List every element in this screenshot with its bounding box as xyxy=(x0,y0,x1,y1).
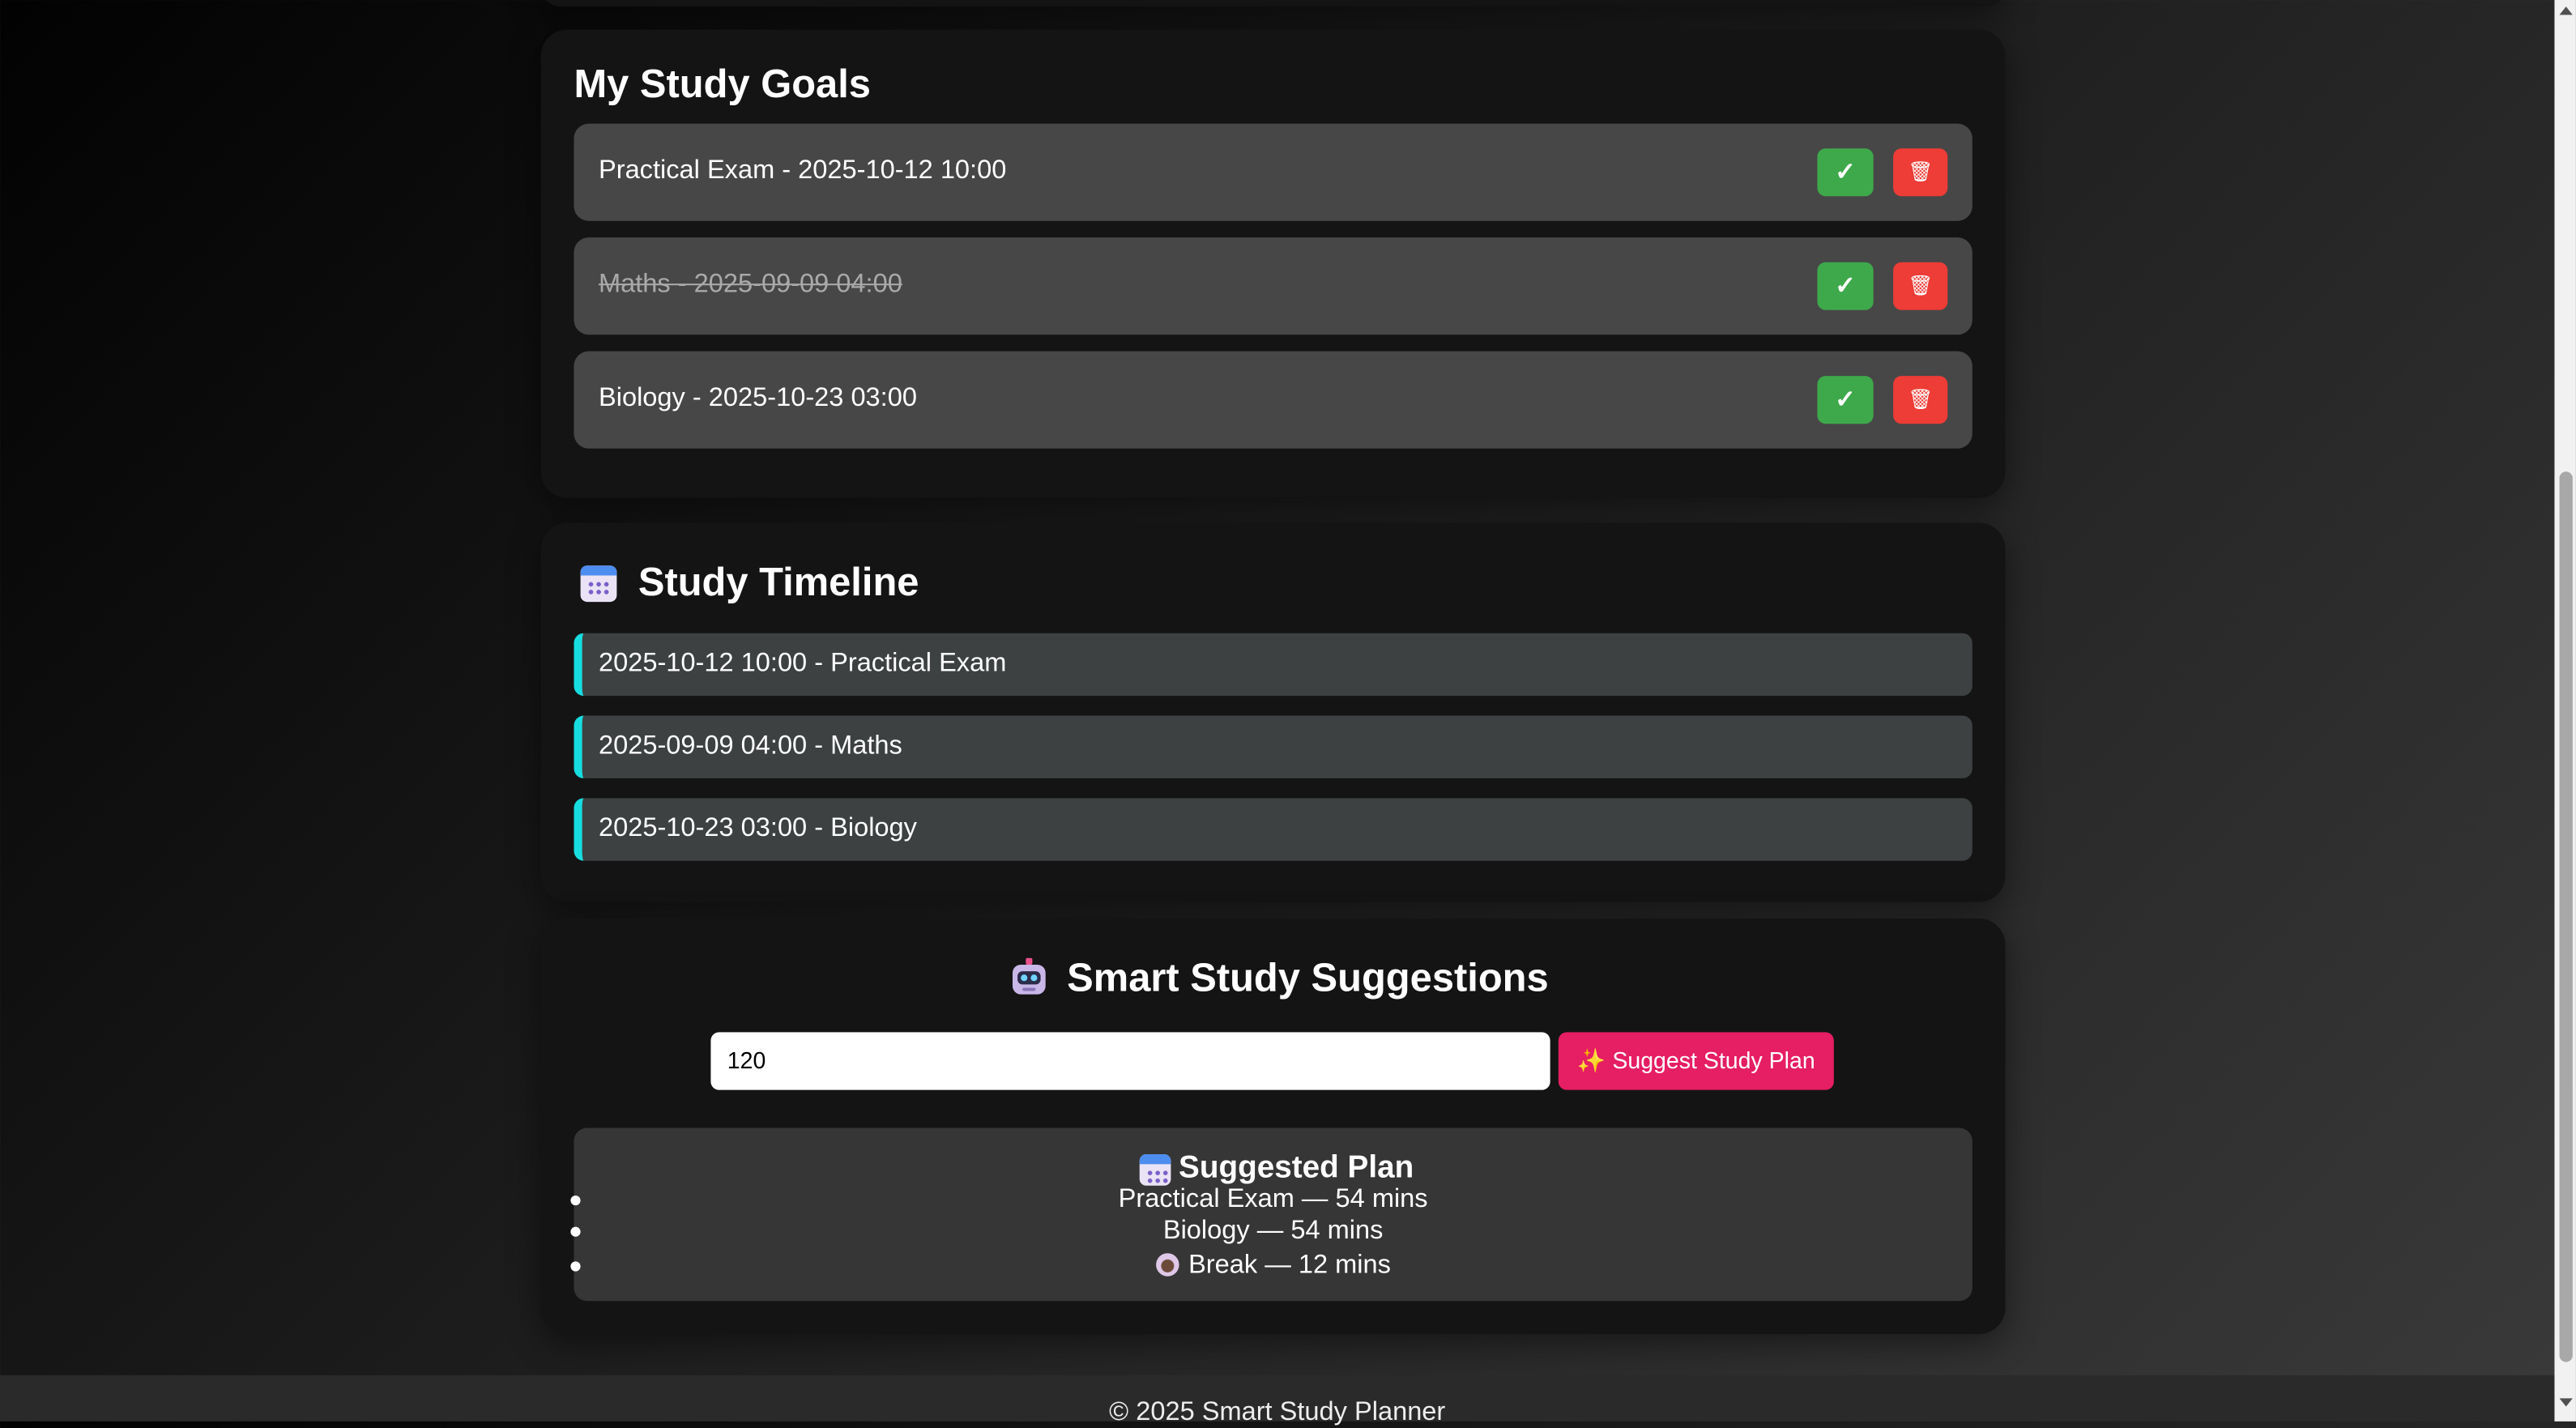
scroll-down-icon[interactable] xyxy=(2559,1398,2573,1407)
suggest-study-plan-button[interactable]: ✨ Suggest Study Plan xyxy=(1558,1032,1834,1090)
complete-goal-button[interactable]: ✓ xyxy=(1817,376,1874,424)
suggestions-title: Smart Study Suggestions xyxy=(1067,956,1549,1001)
suggested-plan-box: Suggested Plan Practical Exam — 54 mins … xyxy=(570,1127,1973,1302)
vertical-scrollbar[interactable] xyxy=(2554,0,2576,1422)
delete-goal-button[interactable]: 🗑 xyxy=(1893,148,1948,197)
plan-item-text: Break — 12 mins xyxy=(1188,1251,1391,1280)
study-goals-card: My Study Goals Practical Exam - 2025-10-… xyxy=(540,29,2006,498)
trash-icon: 🗑 xyxy=(1908,273,1934,297)
plan-title: Suggested Plan xyxy=(1179,1150,1414,1186)
timeline-item: 2025-09-09 04:00 - Maths xyxy=(574,715,1973,778)
goal-text: Biology - 2025-10-23 03:00 xyxy=(598,384,917,412)
complete-goal-button[interactable]: ✓ xyxy=(1817,262,1874,310)
robot-icon xyxy=(1012,957,1046,995)
plan-item-break: Break — 12 mins xyxy=(574,1251,1972,1281)
timeline-item: 2025-10-23 03:00 - Biology xyxy=(574,798,1973,861)
timeline-item-text: 2025-10-12 10:00 - Practical Exam xyxy=(598,650,1007,678)
timeline-item-text: 2025-09-09 04:00 - Maths xyxy=(598,731,902,761)
previous-card xyxy=(540,0,2006,7)
goal-text: Practical Exam - 2025-10-12 10:00 xyxy=(598,156,1007,185)
scrollbar-thumb[interactable] xyxy=(2559,471,2573,1362)
timeline-item-text: 2025-10-23 03:00 - Biology xyxy=(598,814,917,843)
timeline-item: 2025-10-12 10:00 - Practical Exam xyxy=(574,633,1973,697)
study-timeline-card: Study Timeline 2025-10-12 10:00 - Practi… xyxy=(540,522,2006,902)
page: My Study Goals Practical Exam - 2025-10-… xyxy=(0,0,2576,1426)
plan-item: Biology — 54 mins xyxy=(1162,1217,1384,1246)
study-minutes-input[interactable]: 120 xyxy=(710,1032,1550,1090)
goal-text: Maths - 2025-09-09 04:00 xyxy=(598,270,902,299)
complete-goal-button[interactable]: ✓ xyxy=(1817,148,1874,197)
calendar-icon xyxy=(580,565,617,603)
footer: © 2025 Smart Study Planner xyxy=(0,1375,2555,1426)
delete-goal-button[interactable]: 🗑 xyxy=(1893,262,1948,310)
goal-item: Practical Exam - 2025-10-12 10:00 ✓ 🗑 xyxy=(574,123,1973,221)
coffee-icon xyxy=(1155,1253,1179,1277)
trash-icon: 🗑 xyxy=(1908,160,1934,183)
smart-suggestions-card: Smart Study Suggestions 120 ✨ Suggest St… xyxy=(540,918,2006,1334)
timeline-title: Study Timeline xyxy=(638,561,919,606)
goal-item: Maths - 2025-09-09 04:00 ✓ 🗑 xyxy=(574,237,1973,335)
footer-text: © 2025 Smart Study Planner xyxy=(1109,1398,1446,1426)
delete-goal-button[interactable]: 🗑 xyxy=(1893,376,1948,424)
goals-title: My Study Goals xyxy=(574,62,871,108)
trash-icon: 🗑 xyxy=(1908,387,1934,411)
plan-item: Practical Exam — 54 mins xyxy=(1118,1185,1428,1214)
scroll-up-icon[interactable] xyxy=(2559,6,2573,15)
goal-item: Biology - 2025-10-23 03:00 ✓ 🗑 xyxy=(574,351,1973,449)
